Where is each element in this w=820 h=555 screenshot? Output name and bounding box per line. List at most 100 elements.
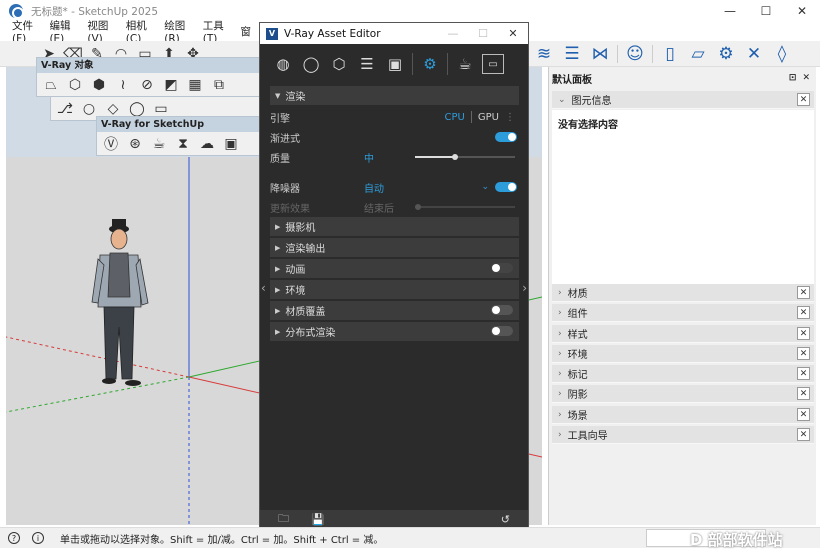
environment-section-header[interactable]: ▶ 环境 — [270, 280, 519, 299]
tray-section-tags[interactable]: › 标记 ✕ — [552, 365, 814, 383]
vray-objects-toolbar-title[interactable]: V-Ray 对象 — [37, 58, 267, 73]
denoiser-toggle[interactable] — [495, 182, 517, 192]
toolbar-separator — [652, 45, 653, 63]
close-button[interactable]: ✕ — [784, 0, 820, 22]
user-icon[interactable]: ☺ — [621, 42, 649, 66]
vray-lights-icon[interactable]: ≋ — [530, 42, 558, 66]
folder-icon[interactable]: ▱ — [684, 42, 712, 66]
vray-mesh-icon[interactable]: ⬢ — [88, 75, 110, 95]
collapse-left-icon[interactable]: ‹ — [261, 281, 266, 295]
chevron-down-icon[interactable]: ⌄ — [481, 182, 489, 192]
vray-close-button[interactable]: ✕ — [498, 27, 528, 40]
gpu-option[interactable]: GPU — [478, 112, 499, 123]
denoiser-value[interactable]: 自动 — [364, 180, 384, 195]
chevron-right-icon: › — [558, 409, 562, 420]
materials-tab-icon[interactable]: ◍ — [272, 53, 294, 75]
infinite-plane-icon[interactable]: ⏢ — [40, 75, 62, 95]
vray-grid-icon[interactable]: ▦ — [184, 75, 206, 95]
geometry-tab-icon[interactable]: ⬡ — [328, 53, 350, 75]
textures-tab-icon[interactable]: ▣ — [384, 53, 406, 75]
progressive-toggle[interactable] — [495, 132, 517, 142]
tray-close-icon[interactable]: ✕ — [802, 73, 810, 83]
distributed-render-toggle[interactable] — [491, 326, 513, 336]
vray-fur-icon[interactable]: ≀ — [112, 75, 134, 95]
close-section-button[interactable]: ✕ — [797, 428, 810, 441]
vray-material-icon[interactable]: ⊛ — [124, 134, 146, 154]
close-section-button[interactable]: ✕ — [797, 327, 810, 340]
update-effects-knob — [415, 204, 421, 210]
close-section-button[interactable]: ✕ — [797, 93, 810, 106]
vray-logo-icon[interactable]: Ⓥ — [100, 134, 122, 154]
menu-bar: 文件(F) 编辑(E) 视图(V) 相机(C) 绘图(R) 工具(T) 窗 — [0, 20, 260, 45]
vray-proxy-icon[interactable]: ⬡ — [64, 75, 86, 95]
quality-slider-knob[interactable] — [452, 154, 458, 160]
close-section-button[interactable]: ✕ — [797, 367, 810, 380]
render-teapot-tab-icon[interactable]: ☕ — [454, 53, 476, 75]
toolbar-separator — [617, 45, 618, 63]
frame-buffer-tab-icon[interactable]: ▭ — [482, 54, 504, 74]
vray-minimize-button[interactable]: — — [438, 27, 468, 40]
frame-buffer-icon[interactable]: ▣ — [220, 134, 242, 154]
animation-toggle[interactable] — [491, 263, 513, 273]
save-icon[interactable]: 💾 — [311, 513, 325, 526]
render-output-section-header[interactable]: ▶ 渲染输出 — [270, 238, 519, 257]
water-drop-icon[interactable]: ◊ — [768, 42, 796, 66]
tray-section-scenes[interactable]: › 场景 ✕ — [552, 406, 814, 424]
quality-slider[interactable] — [415, 154, 515, 160]
distributed-render-section-header[interactable]: ▶ 分布式渲染 — [270, 322, 519, 341]
vray-layers-icon[interactable]: ☰ — [558, 42, 586, 66]
close-section-button[interactable]: ✕ — [797, 408, 810, 421]
settings-icon[interactable]: ⚙ — [712, 42, 740, 66]
close-section-button[interactable]: ✕ — [797, 306, 810, 319]
settings-tab-icon[interactable]: ⚙ — [419, 53, 441, 75]
caret-right-icon: ▶ — [275, 327, 281, 336]
lights-tab-icon[interactable]: ◯ — [300, 53, 322, 75]
tray-pin-icon[interactable]: ⊡ — [789, 73, 797, 83]
tray-section-environment[interactable]: › 环境 ✕ — [552, 345, 814, 363]
render-section-header[interactable]: ▼ 渲染 — [270, 86, 519, 105]
tray-section-instructor[interactable]: › 工具向导 ✕ — [552, 426, 814, 444]
animation-section-header[interactable]: ▶ 动画 — [270, 259, 519, 278]
menu-window[interactable]: 窗 — [241, 24, 252, 39]
caret-right-icon: ▶ — [275, 285, 281, 294]
render-teapot-icon[interactable]: ☕ — [148, 134, 170, 154]
file-icon[interactable]: ▯ — [656, 42, 684, 66]
vray-maximize-button[interactable]: ☐ — [468, 27, 498, 40]
vray-geometry-icon[interactable]: ⋈ — [586, 42, 614, 66]
tray-section-components[interactable]: › 组件 ✕ — [552, 304, 814, 322]
vray-sketchup-toolbar-title[interactable]: V-Ray for SketchUp — [97, 117, 267, 132]
tray-section-styles[interactable]: › 样式 ✕ — [552, 325, 814, 343]
maximize-button[interactable]: ☐ — [748, 0, 784, 22]
minimize-button[interactable]: — — [712, 0, 748, 22]
tray-section-materials[interactable]: › 材质 ✕ — [552, 284, 814, 302]
close-section-button[interactable]: ✕ — [797, 286, 810, 299]
close-section-button[interactable]: ✕ — [797, 387, 810, 400]
interactive-render-icon[interactable]: ⧗ — [172, 134, 194, 154]
camera-section-header[interactable]: ▶ 摄影机 — [270, 217, 519, 236]
caret-down-icon: ▼ — [275, 91, 281, 100]
vray-scatter-icon[interactable]: ⊘ — [136, 75, 158, 95]
layers-tab-icon[interactable]: ☰ — [356, 53, 378, 75]
engine-switch: CPU GPU ⋮ — [445, 111, 515, 123]
quality-row: 质量 中 — [270, 148, 519, 166]
tray-section-shadows[interactable]: › 阴影 ✕ — [552, 385, 814, 403]
distributed-render-section-label: 分布式渲染 — [285, 328, 336, 339]
material-override-section-header[interactable]: ▶ 材质覆盖 — [270, 301, 519, 320]
entity-info-section[interactable]: ⌄ 图元信息 ✕ — [552, 91, 814, 109]
more-options-icon[interactable]: ⋮ — [505, 112, 515, 123]
info-icon[interactable]: i — [32, 532, 44, 544]
close-section-button[interactable]: ✕ — [797, 347, 810, 360]
cpu-option[interactable]: CPU — [445, 112, 465, 123]
no-selection-text: 没有选择内容 — [558, 120, 618, 131]
reset-icon[interactable]: ↺ — [501, 513, 510, 526]
vray-light-gen-icon[interactable]: ⎇ — [54, 99, 76, 119]
vray-editor-title-bar[interactable]: V V-Ray Asset Editor — ☐ ✕ — [260, 23, 528, 44]
close-icon[interactable]: ✕ — [740, 42, 768, 66]
vray-clipper-icon[interactable]: ◩ — [160, 75, 182, 95]
vray-export-icon[interactable]: ⧉ — [208, 75, 230, 95]
material-override-toggle[interactable] — [491, 305, 513, 315]
render-cloud-icon[interactable]: ☁ — [196, 134, 218, 154]
sketchup-logo-icon — [9, 4, 24, 19]
geo-location-icon[interactable]: ? — [8, 532, 20, 544]
collapse-right-icon[interactable]: › — [522, 281, 527, 295]
